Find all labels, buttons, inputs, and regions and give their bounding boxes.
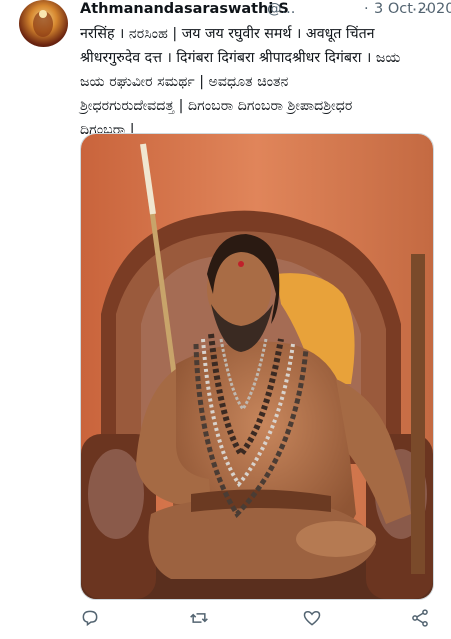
tweet-header: Athmanandasaraswathi S @... · 3 Oct 2020… <box>80 0 451 20</box>
like-icon[interactable] <box>302 608 326 632</box>
avatar[interactable] <box>19 0 68 47</box>
tweet-card[interactable]: Athmanandasaraswathi S @... · 3 Oct 2020… <box>0 0 451 639</box>
share-icon[interactable] <box>410 608 434 632</box>
retweet-icon[interactable] <box>189 608 213 632</box>
more-icon[interactable]: ··· <box>412 0 430 19</box>
tweet-photo[interactable] <box>80 133 434 600</box>
user-handle[interactable]: @... <box>267 1 295 17</box>
separator-dot: · <box>364 1 369 17</box>
tweet-actions <box>80 608 432 632</box>
tweet-text: नरसिंह । ನರಸಿಂಹ | जय जय रघुवीर समर्थ । अ… <box>80 26 401 138</box>
display-name[interactable]: Athmanandasaraswathi S <box>80 1 289 17</box>
reply-icon[interactable] <box>80 608 104 632</box>
